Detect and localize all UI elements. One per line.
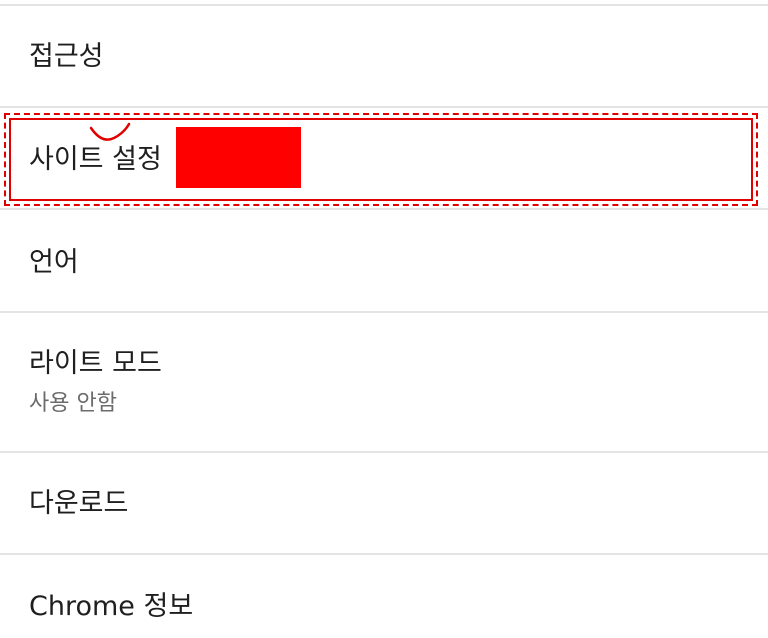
settings-item-language-title: 언어 <box>29 247 79 278</box>
settings-item-accessibility[interactable] <box>0 6 768 106</box>
settings-item-downloads-title: 다운로드 <box>29 488 129 519</box>
settings-item-language[interactable] <box>0 210 768 311</box>
settings-item-lite-mode-title: 라이트 모드 <box>29 348 162 379</box>
pen-check-mark <box>89 122 131 141</box>
settings-item-lite-mode[interactable] <box>0 313 768 451</box>
settings-item-lite-mode-status: 사용 안함 <box>29 391 117 416</box>
settings-list: 접근성 사이트 설정 언어 라이트 모드 사용 안함 다운로드 Chrome 정… <box>0 0 768 638</box>
settings-item-about-chrome-title: Chrome 정보 <box>29 591 194 622</box>
redaction-block <box>176 127 301 188</box>
settings-item-site-settings-title: 사이트 설정 <box>29 144 162 175</box>
settings-item-accessibility-title: 접근성 <box>29 41 104 72</box>
